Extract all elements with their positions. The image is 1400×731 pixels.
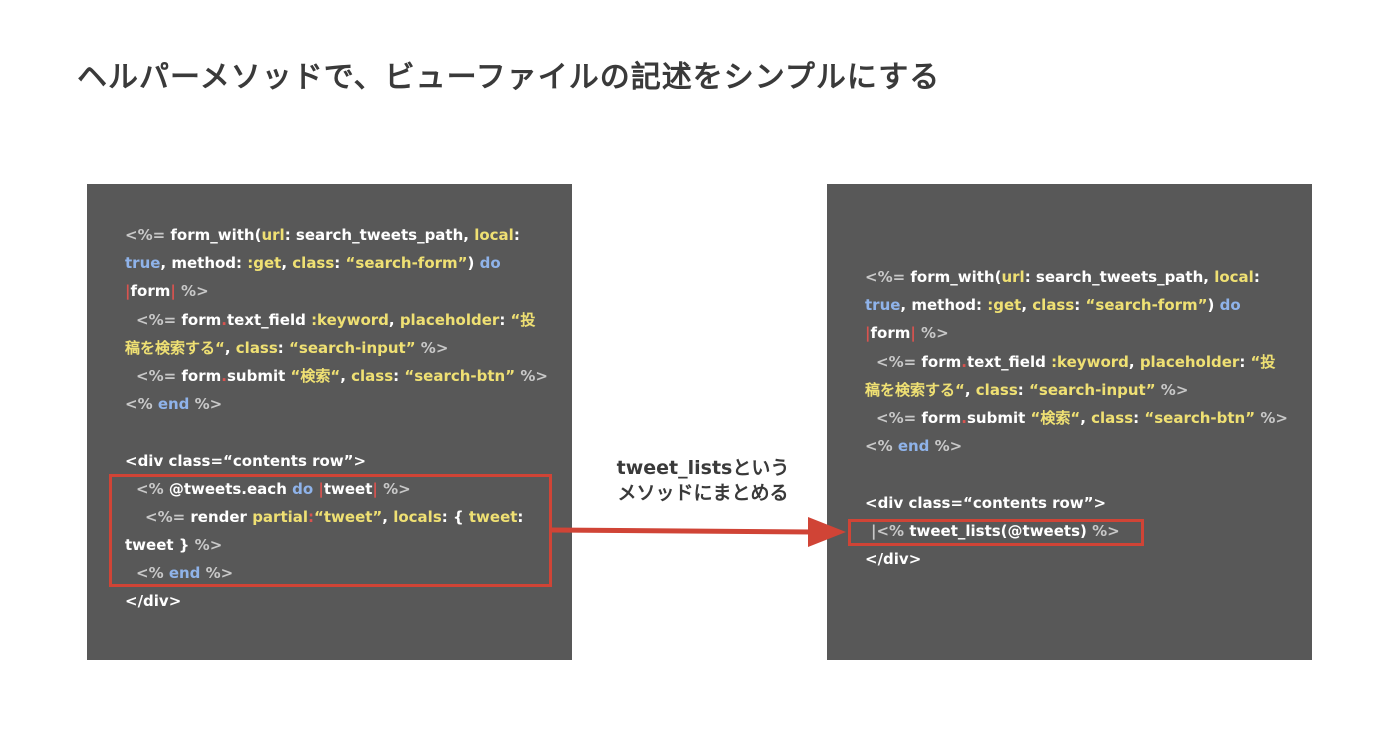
arrow-label-line1: tweet_listsという — [616, 457, 790, 479]
arrow-label: tweet_listsという メソッドにまとめる — [598, 456, 808, 506]
transform-arrow — [551, 517, 846, 547]
arrow-head — [808, 517, 846, 547]
arrow-label-line2: メソッドにまとめる — [617, 482, 789, 504]
arrow-shaft — [551, 527, 813, 535]
